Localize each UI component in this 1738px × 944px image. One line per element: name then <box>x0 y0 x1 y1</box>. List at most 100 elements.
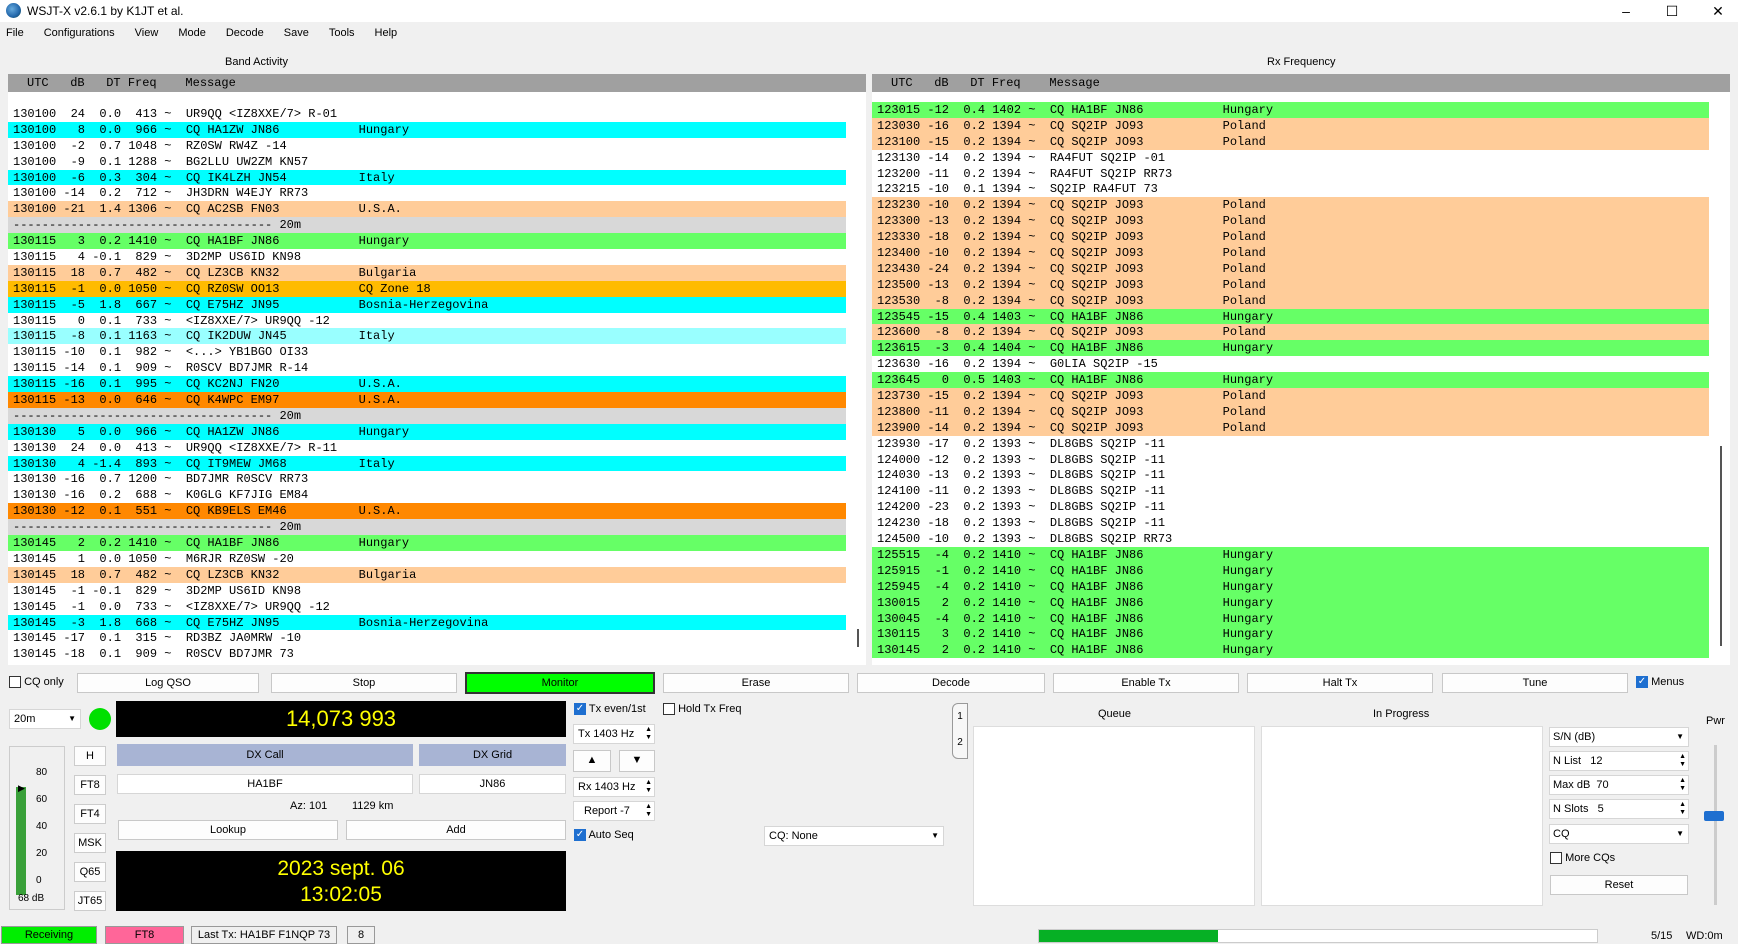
dx-call-field[interactable]: HA1BF <box>117 774 413 794</box>
decode-row[interactable]: 123200 -11 0.2 1394 ~ RA4FUT SQ2IP RR73 <box>872 165 1709 182</box>
cq-only-checkbox[interactable] <box>9 676 21 689</box>
decode-row[interactable]: 130130 -12 0.1 551 ~ CQ KB9ELS EM46 U.S.… <box>8 503 846 520</box>
close-button[interactable]: ✕ <box>1695 0 1738 22</box>
cq-only-toggle[interactable]: CQ only <box>9 676 64 689</box>
decode-row[interactable]: 123015 -12 0.4 1402 ~ CQ HA1BF JN86 Hung… <box>872 102 1709 118</box>
n-slots-spinbox[interactable]: N Slots 5 ▲ ▼ <box>1549 799 1689 819</box>
decode-row[interactable]: 123400 -10 0.2 1394 ~ CQ SQ2IP JO93 Pola… <box>872 245 1709 261</box>
menus-checkbox[interactable]: ✓ <box>1636 676 1648 689</box>
enable-tx-button[interactable]: Enable Tx <box>1053 673 1239 693</box>
auto-seq-checkbox[interactable]: ✓ <box>574 829 586 842</box>
menu-file[interactable]: File <box>6 27 24 39</box>
decode-row[interactable]: 125945 -4 0.2 1410 ~ CQ HA1BF JN86 Hunga… <box>872 578 1709 595</box>
decode-row[interactable]: 130100 -14 0.2 712 ~ JH3DRN W4EJY RR73 <box>8 185 846 202</box>
decode-row[interactable]: 130145 2 0.2 1410 ~ CQ HA1BF JN86 Hungar… <box>8 535 846 551</box>
decode-row[interactable]: 130115 0 0.1 733 ~ <IZ8XXE/7> UR9QQ -12 <box>8 312 846 329</box>
decode-row[interactable]: 123630 -16 0.2 1394 ~ G0LIA SQ2IP -15 <box>872 356 1709 373</box>
decode-row[interactable]: 123930 -17 0.2 1393 ~ DL8GBS SQ2IP -11 <box>872 435 1709 452</box>
decode-row[interactable]: ------------------------------------ 20m <box>8 217 846 234</box>
spin-arrows-icon[interactable]: ▲ ▼ <box>1679 801 1686 817</box>
decode-row[interactable]: 130115 -8 0.1 1163 ~ CQ IK2DUW JN45 Ital… <box>8 328 846 345</box>
decode-row[interactable]: 123600 -8 0.2 1394 ~ CQ SQ2IP JO93 Polan… <box>872 324 1709 341</box>
erase-button[interactable]: Erase <box>663 673 849 693</box>
report-spinbox[interactable]: Report -7 ▲ ▼ <box>573 801 655 821</box>
decode-row[interactable]: 130145 -1 -0.1 829 ~ 3D2MP US6ID KN98 <box>8 582 846 599</box>
mode-q65-button[interactable]: Q65 <box>74 862 106 882</box>
decode-row[interactable]: 123300 -13 0.2 1394 ~ CQ SQ2IP JO93 Pola… <box>872 213 1709 230</box>
auto-seq-toggle[interactable]: ✓ Auto Seq <box>574 829 634 842</box>
spin-arrows-icon[interactable]: ▲ ▼ <box>645 779 652 795</box>
down-arrow-button[interactable]: ▼ <box>619 750 655 772</box>
band-activity-pane[interactable]: UTC dB DT Freq Message 130100 24 0.0 413… <box>8 74 866 665</box>
decode-row[interactable]: 123430 -24 0.2 1394 ~ CQ SQ2IP JO93 Pola… <box>872 260 1709 277</box>
maximize-button[interactable]: ☐ <box>1649 0 1695 22</box>
decode-row[interactable]: 124200 -23 0.2 1393 ~ DL8GBS SQ2IP -11 <box>872 499 1709 516</box>
reset-button[interactable]: Reset <box>1550 875 1688 895</box>
menu-mode[interactable]: Mode <box>178 27 206 39</box>
decode-row[interactable]: ------------------------------------ 20m <box>8 407 846 424</box>
tx-freq-spinbox[interactable]: Tx 1403 Hz ▲ ▼ <box>573 724 655 744</box>
decode-row[interactable]: 130115 -5 1.8 667 ~ CQ E75HZ JN95 Bosnia… <box>8 296 846 313</box>
decode-row[interactable]: 130045 -4 0.2 1410 ~ CQ HA1BF JN86 Hunga… <box>872 610 1709 627</box>
decode-row[interactable]: 123500 -13 0.2 1394 ~ CQ SQ2IP JO93 Pola… <box>872 276 1709 293</box>
spin-arrows-icon[interactable]: ▲ ▼ <box>1679 777 1686 793</box>
menu-view[interactable]: View <box>135 27 159 39</box>
decode-row[interactable]: 130100 24 0.0 413 ~ UR9QQ <IZ8XXE/7> R-0… <box>8 106 846 122</box>
monitor-button[interactable]: Monitor <box>465 672 655 694</box>
decode-row[interactable]: 124500 -10 0.2 1393 ~ DL8GBS SQ2IP RR73 <box>872 531 1709 547</box>
halt-tx-button[interactable]: Halt Tx <box>1247 673 1433 693</box>
decode-row[interactable]: 124230 -18 0.2 1393 ~ DL8GBS SQ2IP -11 <box>872 515 1709 532</box>
tab-2[interactable]: 2 <box>953 730 967 756</box>
decode-row[interactable]: 124000 -12 0.2 1393 ~ DL8GBS SQ2IP -11 <box>872 451 1709 468</box>
cq-select[interactable]: CQ ▼ <box>1549 824 1689 844</box>
decode-row[interactable]: 123730 -15 0.2 1394 ~ CQ SQ2IP JO93 Pola… <box>872 388 1709 404</box>
mode-h-button[interactable]: H <box>74 746 106 766</box>
stop-button[interactable]: Stop <box>271 673 457 693</box>
pwr-slider-track[interactable] <box>1714 745 1717 905</box>
pwr-slider-handle[interactable] <box>1704 811 1724 821</box>
decode-row[interactable]: 124030 -13 0.2 1393 ~ DL8GBS SQ2IP -11 <box>872 467 1709 484</box>
tab-1[interactable]: 1 <box>953 704 967 730</box>
decode-row[interactable]: 130130 5 0.0 966 ~ CQ HA1ZW JN86 Hungary <box>8 423 846 440</box>
decode-row[interactable]: 123545 -15 0.4 1403 ~ CQ HA1BF JN86 Hung… <box>872 308 1709 325</box>
decode-row[interactable]: 130115 -13 0.0 646 ~ CQ K4WPC EM97 U.S.A… <box>8 392 846 408</box>
decode-row[interactable]: 123130 -14 0.2 1394 ~ RA4FUT SQ2IP -01 <box>872 149 1709 166</box>
decode-row[interactable]: 130100 -21 1.4 1306 ~ CQ AC2SB FN03 U.S.… <box>8 201 846 218</box>
lookup-button[interactable]: Lookup <box>118 820 338 840</box>
decode-row[interactable]: 130115 4 -0.1 829 ~ 3D2MP US6ID KN98 <box>8 249 846 265</box>
decode-row[interactable]: 130100 8 0.0 966 ~ CQ HA1ZW JN86 Hungary <box>8 121 846 138</box>
spin-arrows-icon[interactable]: ▲ ▼ <box>1679 753 1686 769</box>
decode-row[interactable]: 130100 -6 0.3 304 ~ CQ IK4LZH JN54 Italy <box>8 169 846 186</box>
menu-tools[interactable]: Tools <box>329 27 355 39</box>
decode-row[interactable]: 123530 -8 0.2 1394 ~ CQ SQ2IP JO93 Polan… <box>872 292 1709 309</box>
decode-row[interactable]: 123230 -10 0.2 1394 ~ CQ SQ2IP JO93 Pola… <box>872 197 1709 214</box>
more-cqs-checkbox[interactable] <box>1550 852 1562 865</box>
decode-row[interactable]: 130015 2 0.2 1410 ~ CQ HA1BF JN86 Hungar… <box>872 594 1709 611</box>
decode-row[interactable]: 130100 -2 0.7 1048 ~ RZ0SW RW4Z -14 <box>8 137 846 154</box>
tune-button[interactable]: Tune <box>1442 673 1628 693</box>
decode-row[interactable]: 130130 -16 0.7 1200 ~ BD7JMR R0SCV RR73 <box>8 471 846 488</box>
mode-msk-button[interactable]: MSK <box>74 833 106 853</box>
menu-help[interactable]: Help <box>375 27 398 39</box>
mode-jt65-button[interactable]: JT65 <box>74 891 106 911</box>
decode-row[interactable]: 123615 -3 0.4 1404 ~ CQ HA1BF JN86 Hunga… <box>872 340 1709 357</box>
decode-row[interactable]: 130115 18 0.7 482 ~ CQ LZ3CB KN32 Bulgar… <box>8 264 846 281</box>
decode-row[interactable]: 130145 -1 0.0 733 ~ <IZ8XXE/7> UR9QQ -12 <box>8 598 846 615</box>
hold-tx-freq-checkbox[interactable] <box>663 703 675 716</box>
n-list-spinbox[interactable]: N List 12 ▲ ▼ <box>1549 751 1689 771</box>
mode-ft4-button[interactable]: FT4 <box>74 804 106 824</box>
decode-row[interactable]: 123030 -16 0.2 1394 ~ CQ SQ2IP JO93 Pola… <box>872 117 1709 134</box>
decode-row[interactable]: 123900 -14 0.2 1394 ~ CQ SQ2IP JO93 Pola… <box>872 419 1709 436</box>
spin-arrows-icon[interactable]: ▲ ▼ <box>645 803 652 819</box>
spin-arrows-icon[interactable]: ▲ ▼ <box>645 726 652 742</box>
cq-region-select[interactable]: CQ: None ▼ <box>764 826 944 846</box>
decode-row[interactable]: 123330 -18 0.2 1394 ~ CQ SQ2IP JO93 Pola… <box>872 229 1709 246</box>
add-button[interactable]: Add <box>346 820 566 840</box>
decode-row[interactable]: 123800 -11 0.2 1394 ~ CQ SQ2IP JO93 Pola… <box>872 403 1709 420</box>
decode-row[interactable]: 130145 -18 0.1 909 ~ R0SCV BD7JMR 73 <box>8 646 846 663</box>
decode-row[interactable]: 130145 18 0.7 482 ~ CQ LZ3CB KN32 Bulgar… <box>8 566 846 583</box>
decode-row[interactable]: 130115 -16 0.1 995 ~ CQ KC2NJ FN20 U.S.A… <box>8 376 846 393</box>
decode-row[interactable]: 130115 3 0.2 1410 ~ CQ HA1BF JN86 Hungar… <box>872 626 1709 643</box>
more-cqs-toggle[interactable]: More CQs <box>1550 852 1615 865</box>
rx-freq-spinbox[interactable]: Rx 1403 Hz ▲ ▼ <box>573 777 655 797</box>
